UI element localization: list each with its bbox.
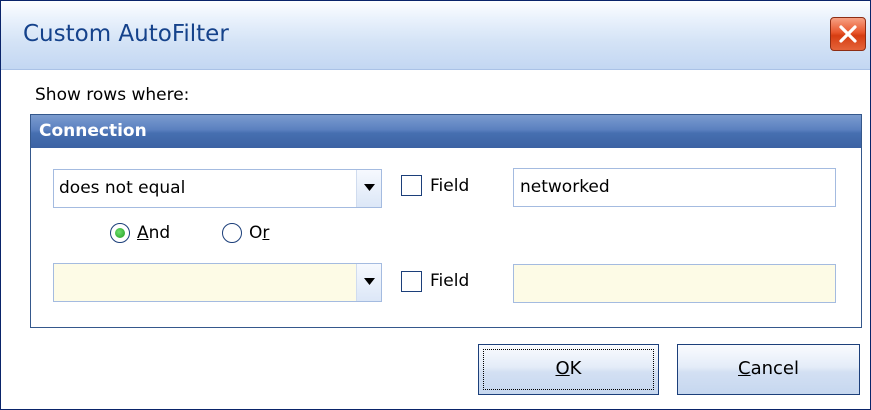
operator-select-1[interactable]: does not equal: [53, 169, 382, 208]
custom-autofilter-dialog: Custom AutoFilter Show rows where: Conne…: [0, 0, 871, 410]
ok-button-label: OK: [555, 358, 582, 379]
and-radio-selected-dot: [115, 228, 125, 238]
operator-select-1-value: does not equal: [59, 178, 186, 198]
connection-group-header: Connection: [31, 115, 861, 148]
and-radio[interactable]: [110, 223, 130, 243]
value-input-1[interactable]: networked: [513, 168, 836, 207]
or-radio-label[interactable]: Or: [249, 223, 269, 243]
field-checkbox-2[interactable]: [401, 271, 422, 292]
connection-group-title: Connection: [39, 121, 147, 141]
close-button[interactable]: [830, 17, 866, 51]
connection-group: Connection does not equal Field networke…: [30, 114, 862, 328]
and-radio-label[interactable]: And: [137, 223, 170, 243]
operator-select-1-dropdown[interactable]: [356, 170, 381, 207]
operator-select-2[interactable]: [53, 263, 382, 302]
or-radio[interactable]: [222, 223, 242, 243]
operator-select-2-dropdown[interactable]: [356, 264, 381, 301]
cancel-button-label: Cancel: [738, 358, 799, 379]
field-checkbox-1-label[interactable]: Field: [430, 176, 469, 196]
show-rows-label: Show rows where:: [35, 85, 190, 105]
field-checkbox-2-label[interactable]: Field: [430, 271, 469, 291]
value-input-2[interactable]: [513, 264, 836, 303]
field-checkbox-1[interactable]: [401, 175, 422, 196]
window-title: Custom AutoFilter: [23, 21, 229, 47]
ok-button[interactable]: OK: [478, 344, 659, 395]
cancel-button[interactable]: Cancel: [677, 344, 860, 395]
value-input-1-text: networked: [520, 177, 610, 197]
title-bar[interactable]: Custom AutoFilter: [1, 1, 870, 70]
